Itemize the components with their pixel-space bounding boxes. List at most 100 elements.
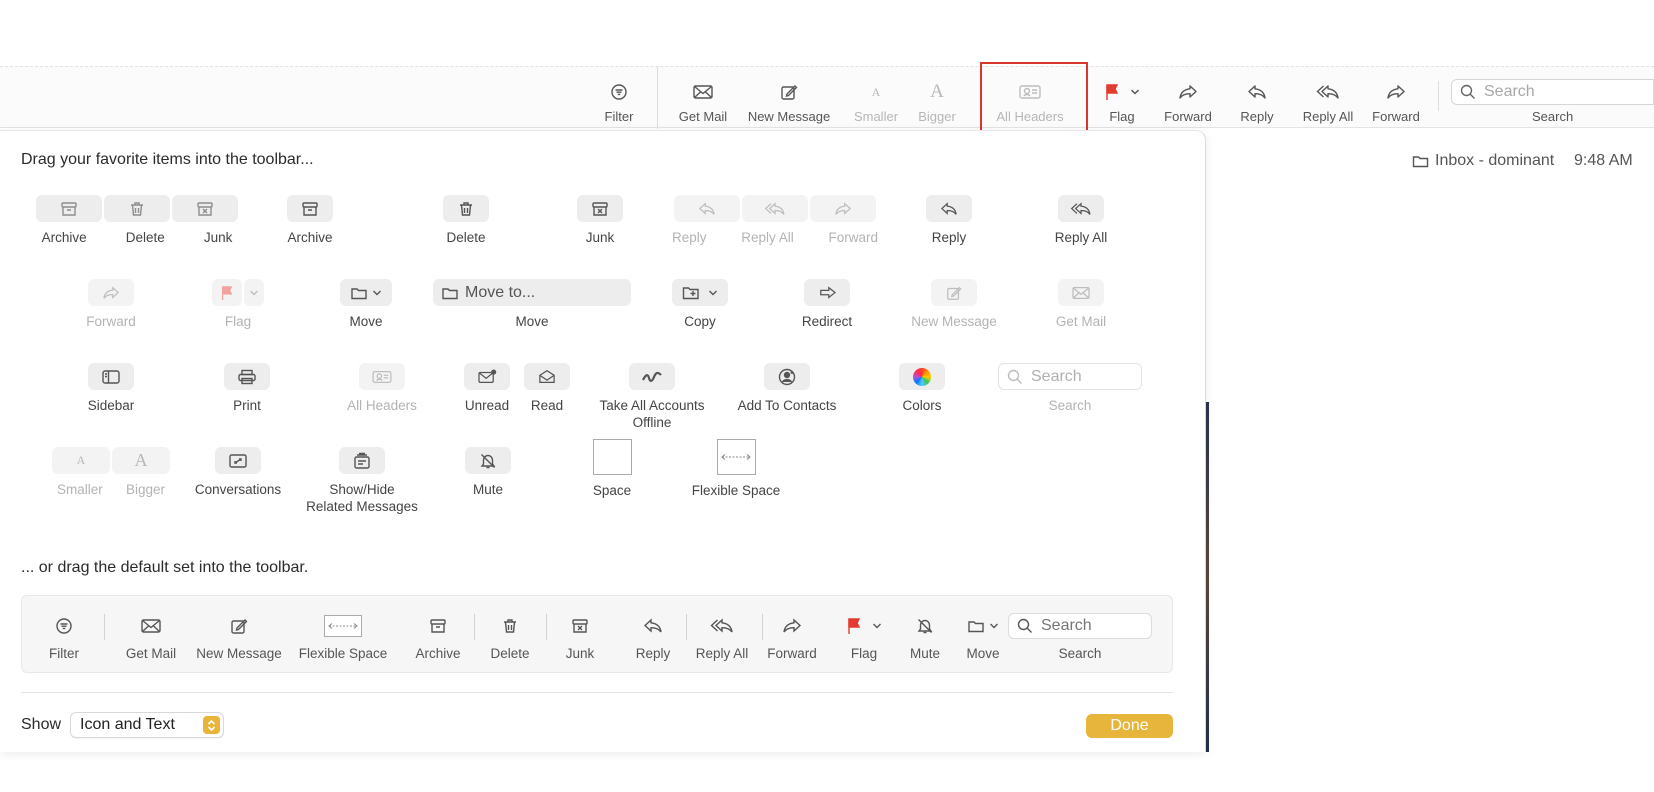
toolbar-forward2-button[interactable]: Forward — [1368, 67, 1424, 129]
palette-group-reply[interactable] — [674, 195, 740, 222]
toolbar-bigger-button[interactable]: A Bigger — [912, 67, 962, 129]
default-mute: Mute — [902, 596, 948, 674]
palette-conversations-label: Conversations — [194, 482, 282, 497]
palette-group-junk[interactable] — [172, 195, 238, 222]
palette-bigger-label: Bigger — [125, 482, 165, 497]
toolbar-flag-button[interactable]: Flag — [1094, 67, 1150, 129]
palette-reply-all[interactable]: Reply All — [1031, 195, 1131, 246]
palette-smaller[interactable]: A — [52, 447, 110, 474]
default-reply-all: Reply All — [690, 596, 754, 674]
reply-all-icon — [710, 618, 733, 633]
toolbar-reply-button[interactable]: Reply — [1232, 67, 1282, 129]
default-separator — [762, 614, 763, 640]
palette-related-messages[interactable]: Show/Hide Related Messages — [287, 447, 437, 515]
toolbar-forward-button[interactable]: Forward — [1160, 67, 1216, 129]
toolbar-search-label: Search — [1532, 109, 1574, 124]
done-button[interactable]: Done — [1086, 714, 1173, 738]
default-search: Search Search — [1007, 596, 1153, 674]
palette-delete[interactable]: Delete — [416, 195, 516, 246]
chevron-down-icon — [990, 623, 998, 629]
palette-group-reply-all[interactable] — [742, 195, 808, 222]
palette-all-headers[interactable]: All Headers — [332, 363, 432, 414]
palette-redirect[interactable]: Redirect — [777, 279, 877, 330]
palette-archive-delete-junk-group[interactable]: Archive Delete Junk — [12, 195, 262, 246]
palette-flexible-space[interactable]: Flexible Space — [686, 439, 786, 499]
junk-icon — [592, 201, 608, 216]
palette-search[interactable]: Search Search — [994, 363, 1146, 414]
palette-group-forward[interactable] — [810, 195, 876, 222]
bigger-font-icon: A — [134, 450, 148, 470]
compose-icon — [781, 85, 798, 100]
chevron-down-icon[interactable] — [1130, 88, 1140, 96]
archive-icon — [302, 201, 318, 216]
default-separator — [686, 614, 687, 640]
show-label: Show — [21, 716, 62, 733]
palette-related-label-line1: Show/Hide — [329, 482, 395, 497]
palette-move-menu[interactable]: Move — [316, 279, 416, 330]
toolbar-new-message-button[interactable]: New Message — [742, 67, 836, 129]
forward-icon — [835, 201, 852, 215]
palette-search-placeholder: Search — [1031, 367, 1082, 385]
folder-icon — [351, 287, 367, 299]
palette-new-message[interactable]: New Message — [904, 279, 1004, 330]
palette-group-delete[interactable] — [104, 195, 170, 222]
filter-icon — [611, 84, 627, 100]
bell-slash-icon — [480, 453, 496, 468]
default-separator — [474, 614, 475, 640]
toolbar-search-field[interactable]: Search — [1451, 79, 1654, 105]
palette-add-contacts[interactable]: Add To Contacts — [712, 363, 862, 414]
palette-print[interactable]: Print — [197, 363, 297, 414]
chevron-down-icon — [373, 290, 381, 295]
palette-mute[interactable]: Mute — [438, 447, 538, 498]
space-placeholder — [592, 439, 632, 475]
palette-new-message-label: New Message — [911, 314, 997, 329]
palette-move-to-field[interactable]: Move to... Move — [432, 279, 632, 330]
smaller-font-icon: A — [871, 84, 881, 99]
toolbar-smaller-label: Smaller — [853, 109, 899, 124]
bigger-font-icon: A — [930, 81, 944, 102]
toolbar-reply-all-button[interactable]: Reply All — [1296, 67, 1360, 129]
flexible-space-icon — [328, 623, 358, 629]
palette-get-mail[interactable]: Get Mail — [1031, 279, 1131, 330]
flag-icon — [848, 618, 861, 634]
show-mode-select[interactable]: Icon and Text — [70, 712, 224, 738]
palette-conversations[interactable]: Conversations — [188, 447, 288, 498]
default-move: Move — [958, 596, 1008, 674]
toolbar-smaller-button[interactable]: A Smaller — [848, 67, 904, 129]
palette-group-archive-label: Archive — [41, 230, 87, 245]
default-reply-all-label: Reply All — [695, 646, 749, 661]
palette-copy[interactable]: Copy — [650, 279, 750, 330]
junk-icon — [197, 201, 213, 216]
all-headers-highlight — [980, 62, 1088, 138]
toolbar-separator — [1438, 81, 1439, 111]
toolbar-search-placeholder: Search — [1484, 83, 1535, 100]
archive-icon — [61, 201, 77, 216]
palette-reply-label: Reply — [931, 230, 967, 245]
palette-bigger[interactable]: A — [112, 447, 170, 474]
forward-icon — [1387, 85, 1405, 99]
palette-junk[interactable]: Junk — [550, 195, 650, 246]
palette-forward[interactable]: Forward — [61, 279, 161, 330]
palette-flag[interactable]: Flag — [188, 279, 288, 330]
palette-print-label: Print — [233, 398, 261, 413]
palette-take-offline[interactable]: Take All Accounts Offline — [577, 363, 727, 431]
palette-reply[interactable]: Reply — [899, 195, 999, 246]
toolbar-reply-all-label: Reply All — [1302, 109, 1354, 124]
folder-icon — [1412, 156, 1429, 168]
palette-space[interactable]: Space — [562, 439, 662, 499]
copy-folder-icon — [682, 286, 699, 299]
palette-junk-label: Junk — [585, 230, 615, 245]
palette-font-size-group[interactable]: A A Smaller Bigger — [51, 447, 171, 498]
toolbar-flag-label: Flag — [1109, 109, 1135, 124]
open-envelope-icon — [539, 369, 555, 383]
default-toolbar-set[interactable]: Filter Get Mail New Message Flexible Spa… — [21, 595, 1173, 673]
unread-envelope-icon — [478, 369, 497, 383]
palette-colors[interactable]: Colors — [872, 363, 972, 414]
toolbar-filter-button[interactable]: Filter — [595, 67, 643, 129]
palette-group-archive[interactable] — [36, 195, 102, 222]
palette-archive[interactable]: Archive — [260, 195, 360, 246]
toolbar-get-mail-button[interactable]: Get Mail — [672, 67, 734, 129]
forward-icon — [783, 618, 802, 633]
palette-reply-group[interactable]: Reply Reply All Forward — [670, 195, 880, 246]
palette-sidebar[interactable]: Sidebar — [61, 363, 161, 414]
